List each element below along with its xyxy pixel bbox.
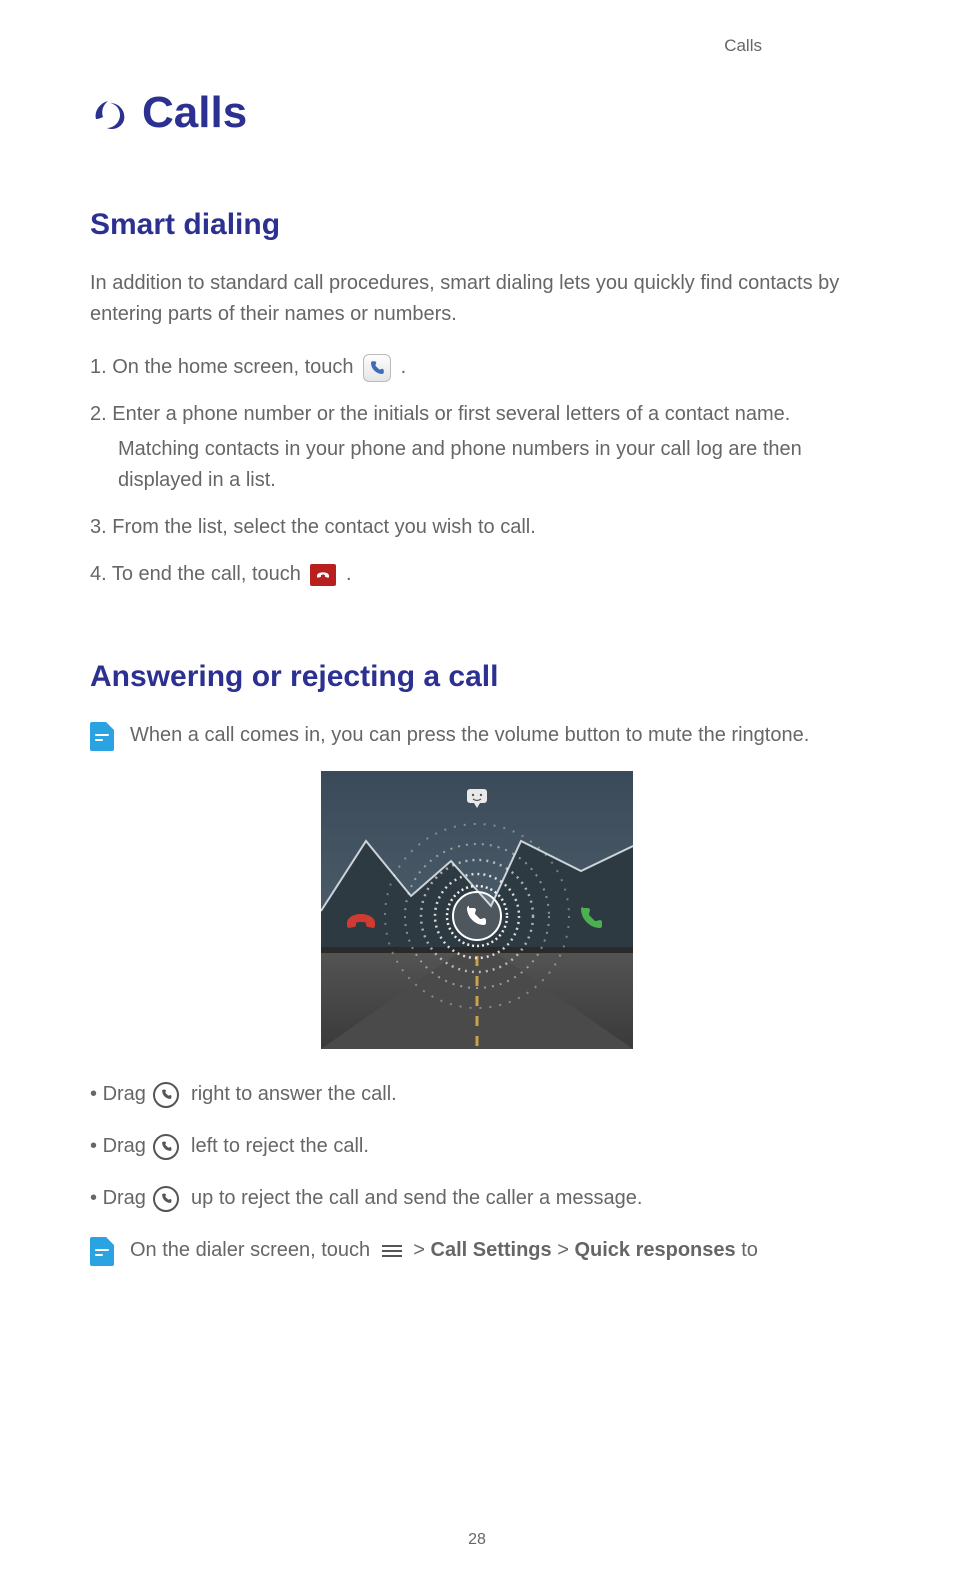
step-4: 4. To end the call, touch . xyxy=(90,559,864,590)
step-1: 1. On the home screen, touch . xyxy=(90,352,864,383)
bullet-drag-up: • Drag up to reject the call and send th… xyxy=(90,1183,864,1213)
step-2-subtext: Matching contacts in your phone and phon… xyxy=(118,434,864,496)
calls-title-icon xyxy=(90,95,128,131)
intro-paragraph: In addition to standard call procedures,… xyxy=(90,268,864,330)
note-icon xyxy=(90,722,114,751)
drag-handle-icon xyxy=(153,1082,179,1108)
note-mute-ringtone: When a call comes in, you can press the … xyxy=(90,720,864,751)
note-icon xyxy=(90,1237,114,1266)
end-call-icon xyxy=(310,564,336,586)
section-heading-smart-dialing: Smart dialing xyxy=(90,208,864,242)
menu-icon xyxy=(382,1245,402,1257)
bullet-drag-left: • Drag left to reject the call. xyxy=(90,1131,864,1161)
breadcrumb-call-settings: Call Settings xyxy=(431,1239,552,1261)
drag-handle-icon xyxy=(153,1186,179,1212)
drag-handle-icon xyxy=(153,1134,179,1160)
note-quick-responses: On the dialer screen, touch > Call Setti… xyxy=(90,1235,864,1266)
section-heading-answering: Answering or rejecting a call xyxy=(90,660,864,694)
step-2: 2. Enter a phone number or the initials … xyxy=(90,399,864,496)
page-title: Calls xyxy=(142,88,247,138)
breadcrumb-quick-responses: Quick responses xyxy=(574,1239,735,1261)
header-breadcrumb: Calls xyxy=(724,36,762,56)
step-3: 3. From the list, select the contact you… xyxy=(90,512,864,543)
bullet-drag-right: • Drag right to answer the call. xyxy=(90,1079,864,1109)
dialer-app-icon xyxy=(363,354,391,382)
page-number: 28 xyxy=(0,1531,954,1549)
incoming-call-illustration xyxy=(321,771,633,1049)
